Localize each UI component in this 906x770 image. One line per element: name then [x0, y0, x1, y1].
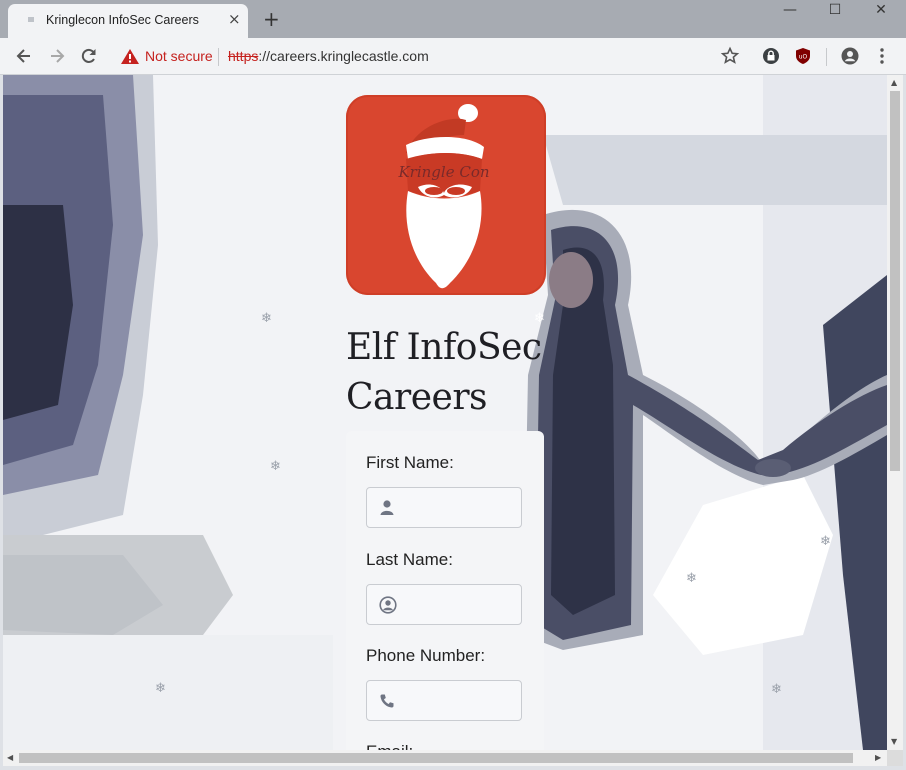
page-title-line1: Elf InfoSec: [346, 327, 542, 368]
snowflake-icon: ❄: [686, 571, 697, 586]
page-title-line2: Careers: [346, 377, 488, 418]
menu-kebab-icon[interactable]: [872, 46, 892, 66]
account-icon[interactable]: [840, 46, 860, 66]
page-viewport: ❄ ❄ ❄ ❄ ❄ ❄ ❄ ❄ ❄ Kringle Con Elf InfoSe…: [3, 75, 887, 750]
star-icon[interactable]: [720, 46, 740, 66]
horizontal-scroll-thumb[interactable]: [19, 753, 853, 763]
last-name-label: Last Name:: [366, 550, 453, 569]
scrollbar-corner: [887, 750, 903, 766]
close-window-button[interactable]: ✕: [866, 2, 896, 22]
scroll-up-arrow-icon[interactable]: ▲: [891, 79, 897, 87]
browser-tab[interactable]: Kringlecon InfoSec Careers ×: [8, 4, 248, 38]
back-arrow-icon[interactable]: [14, 46, 34, 66]
user-circle-icon: [379, 596, 397, 614]
tab-close-icon[interactable]: ×: [228, 11, 241, 27]
application-form: First Name: Last Name: Phone Number: Ema…: [346, 431, 544, 750]
scroll-right-arrow-icon[interactable]: ▶: [875, 754, 881, 762]
phone-number-input[interactable]: [366, 680, 522, 721]
address-bar[interactable]: https://careers.kringlecastle.com: [228, 48, 429, 64]
phone-icon: [380, 694, 394, 708]
scroll-left-arrow-icon[interactable]: ◀: [7, 754, 13, 762]
snowflake-icon: ❄: [261, 311, 272, 326]
first-name-input[interactable]: [366, 487, 522, 528]
user-icon: [380, 500, 394, 515]
snowflake-icon: ❄: [155, 681, 166, 696]
last-name-input[interactable]: [366, 584, 522, 625]
phone-number-label: Phone Number:: [366, 646, 486, 665]
lock-extension-icon[interactable]: [761, 46, 781, 66]
vertical-scrollbar[interactable]: ▲ ▼: [887, 75, 903, 750]
ublock-icon[interactable]: uO: [793, 46, 813, 66]
kringlecon-logo: Kringle Con: [346, 95, 546, 295]
url-scheme: https: [228, 48, 259, 64]
svg-text:uO: uO: [799, 54, 808, 61]
maximize-button[interactable]: ☐: [820, 2, 850, 22]
email-label: Email:: [366, 742, 413, 750]
first-name-label: First Name:: [366, 453, 454, 472]
santa-hat-beard-icon: Kringle Con: [397, 104, 490, 289]
reload-icon[interactable]: [79, 46, 99, 66]
url-host: ://careers.kringlecastle.com: [258, 48, 429, 64]
snowflake-icon: ❄: [771, 682, 782, 697]
logo-text: Kringle Con: [397, 163, 489, 181]
browser-title-bar: Kringlecon InfoSec Careers × + — ☐ ✕: [0, 0, 906, 38]
vertical-scroll-thumb[interactable]: [890, 91, 900, 471]
forward-arrow-icon[interactable]: [47, 46, 67, 66]
toolbar-separator: [826, 48, 827, 66]
scroll-down-arrow-icon[interactable]: ▼: [891, 738, 897, 746]
minimize-button[interactable]: —: [775, 2, 805, 22]
warning-icon[interactable]: [120, 47, 140, 67]
tab-title: Kringlecon InfoSec Careers: [46, 13, 199, 27]
address-separator: [218, 48, 219, 66]
new-tab-button[interactable]: +: [263, 8, 280, 30]
not-secure-label[interactable]: Not secure: [145, 48, 213, 64]
snowflake-icon: ❄: [820, 534, 831, 549]
horizontal-scrollbar[interactable]: ◀ ▶: [3, 750, 887, 766]
snowflake-icon: ❄: [270, 459, 281, 474]
tab-favicon-icon: [28, 17, 34, 22]
browser-toolbar: Not secure https://careers.kringlecastle…: [0, 38, 906, 75]
page-title: Elf InfoSec Careers: [346, 323, 546, 423]
